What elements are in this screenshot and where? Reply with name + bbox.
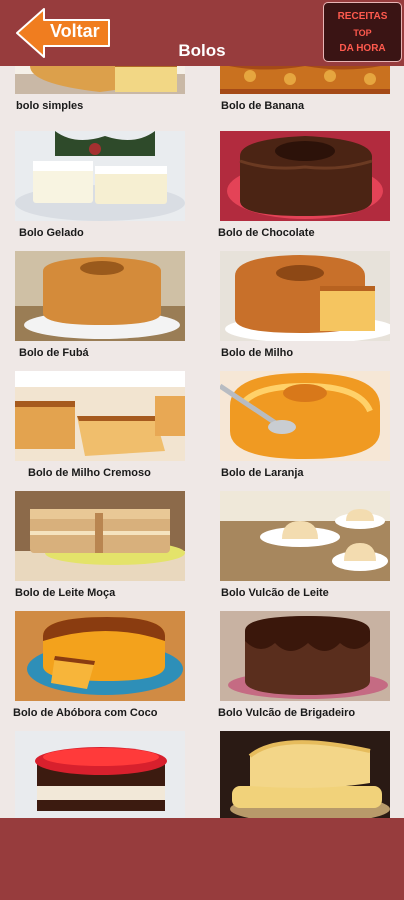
recipe-title: Bolo de Fubá [19, 347, 89, 359]
recipe-title: bolo simples [16, 100, 84, 112]
recipe-photo [15, 731, 185, 818]
recipe-title: Bolo Vulcão de Leite [221, 587, 329, 599]
recipe-photo [220, 611, 390, 701]
recipe-photo [15, 611, 185, 701]
recipe-title: Bolo de Abóbora com Coco [13, 707, 158, 719]
recipe-title: Bolo de Chocolate [218, 227, 315, 239]
back-label: Voltar [50, 21, 100, 41]
brand-line-3: DA HORA [339, 43, 386, 54]
recipe-title: Bolo Gelado [19, 227, 84, 239]
recipe-title: Bolo Vulcão de Brigadeiro [218, 707, 356, 719]
recipe-photo [220, 131, 390, 221]
recipe-photo [220, 251, 390, 341]
brand-logo: RECEITAS TOP DA HORA [323, 2, 402, 62]
recipe-photo [220, 731, 390, 818]
recipe-title: Bolo de Milho [221, 347, 294, 359]
recipe-photo [15, 131, 185, 221]
recipe-title: Bolo de Milho Cremoso [28, 467, 151, 479]
recipe-title: Bolo de Leite Moça [15, 587, 116, 599]
recipe-photo [15, 251, 185, 341]
footer-bar [0, 818, 404, 900]
recipe-photo [15, 491, 185, 581]
recipe-photo [220, 491, 390, 581]
recipe-photo [15, 371, 185, 461]
app-header: Voltar Bolos RECEITAS TOP DA HORA [0, 0, 404, 66]
recipe-title: Bolo de Banana [221, 100, 305, 112]
recipe-photo [220, 371, 390, 461]
brand-line-2: TOP [353, 28, 372, 38]
recipe-title: Bolo de Laranja [221, 467, 304, 479]
brand-line-1: RECEITAS [337, 11, 388, 22]
recipe-grid: bolo simples Bolo de Banana Bolo Gelado … [0, 0, 404, 818]
